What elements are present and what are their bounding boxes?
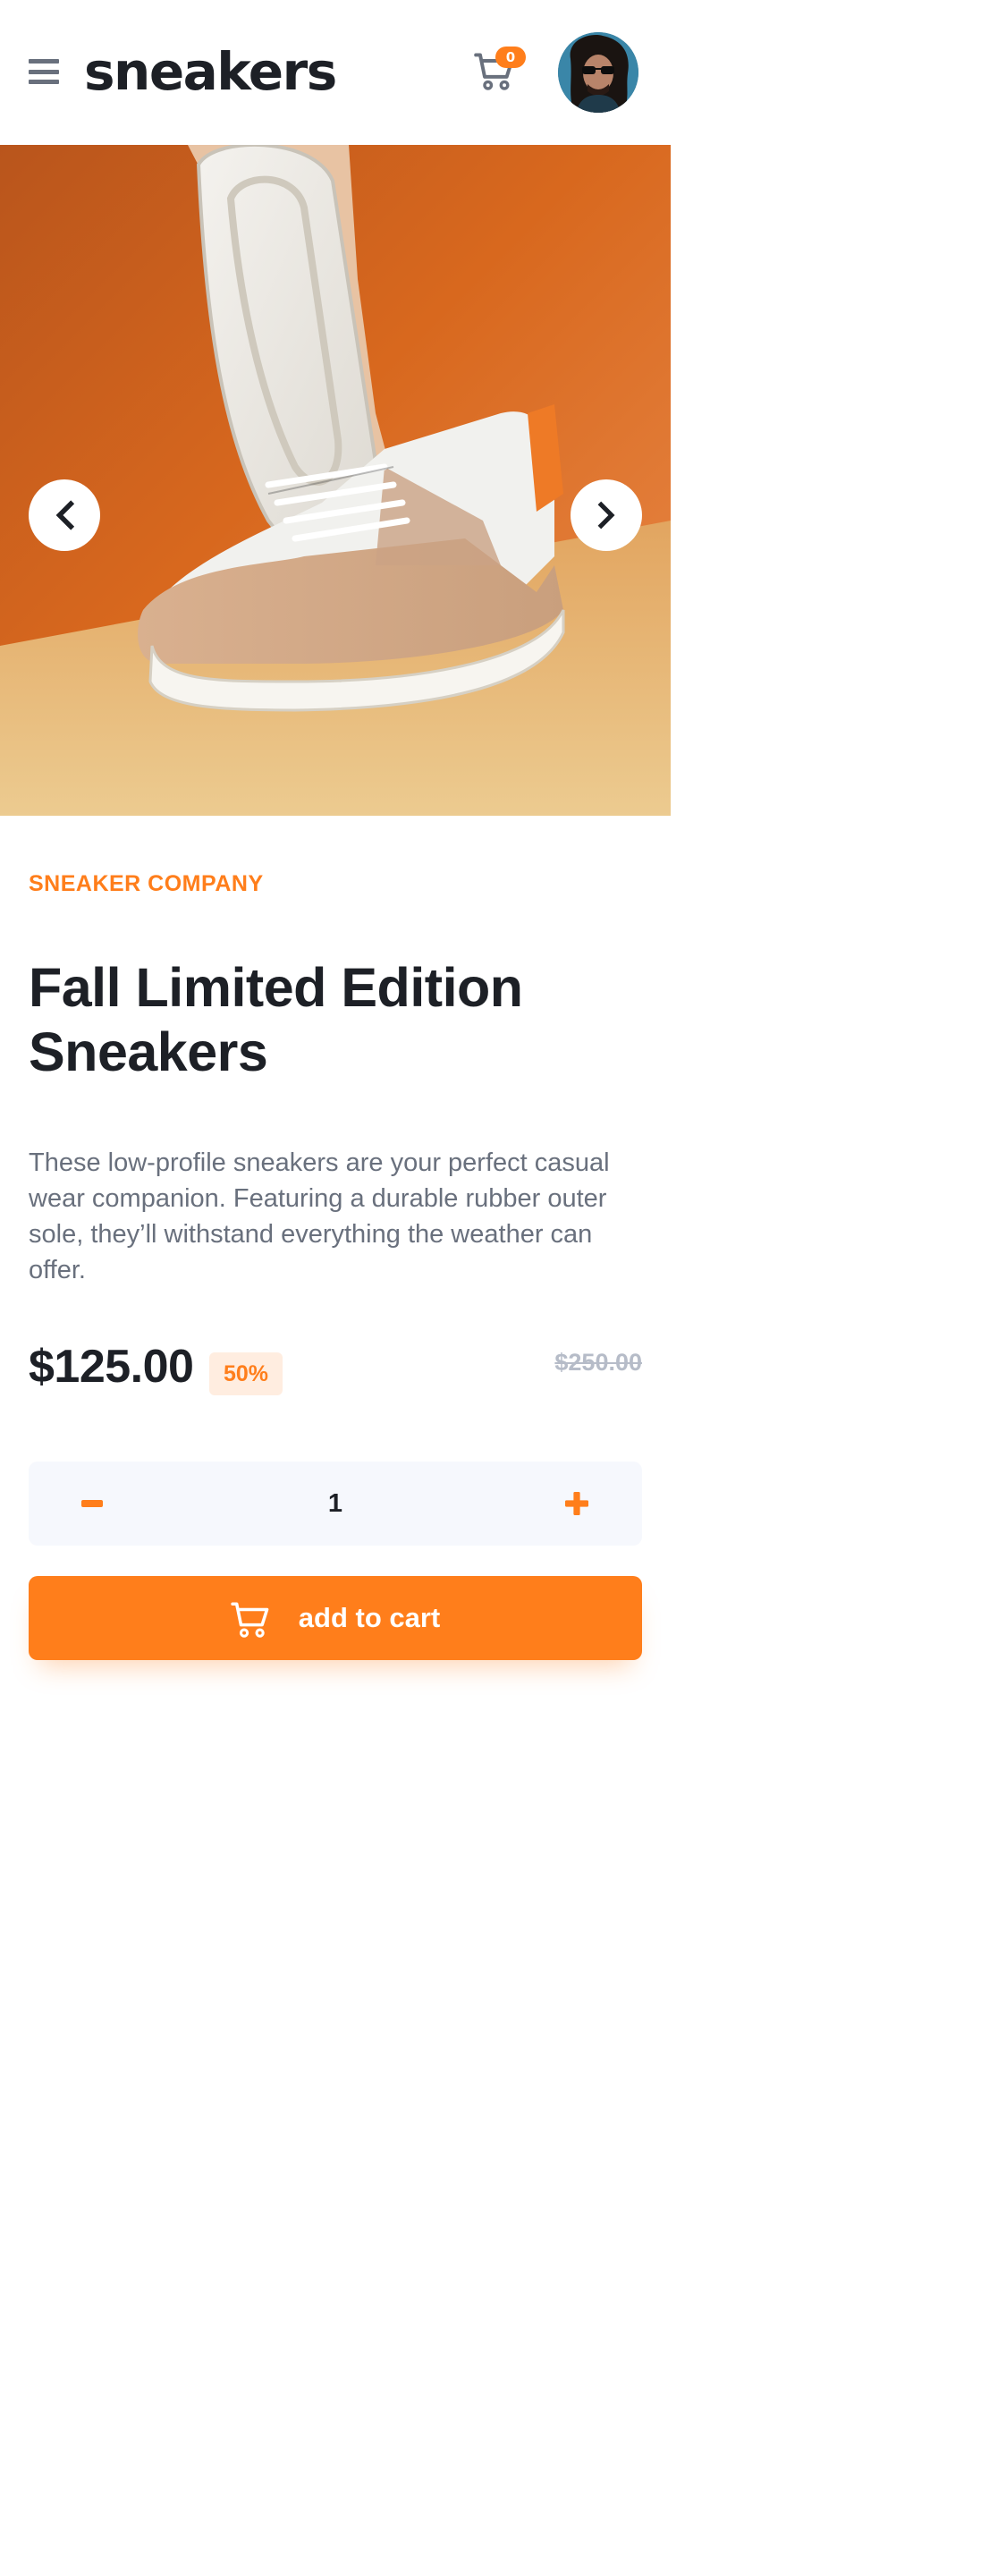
quantity-stepper: 1 bbox=[29, 1462, 642, 1546]
chevron-left-icon bbox=[55, 500, 74, 530]
shopping-cart-icon bbox=[231, 1602, 269, 1638]
minus-icon bbox=[81, 1500, 103, 1507]
increase-quantity-button[interactable] bbox=[535, 1462, 619, 1546]
product-image-gallery bbox=[0, 145, 671, 816]
original-price: $250.00 bbox=[554, 1349, 642, 1376]
avatar-image bbox=[558, 32, 638, 113]
cart-count-badge: 0 bbox=[495, 47, 526, 68]
previous-image-button[interactable] bbox=[29, 479, 100, 551]
product-title: Fall Limited Edition Sneakers bbox=[29, 957, 523, 1082]
hamburger-menu-icon[interactable] bbox=[29, 59, 59, 84]
cart-button[interactable]: 0 bbox=[470, 47, 529, 98]
chevron-right-icon bbox=[597, 501, 615, 530]
quantity-value: 1 bbox=[327, 1489, 343, 1518]
site-logo[interactable]: sneakers bbox=[84, 34, 337, 109]
decrease-quantity-button[interactable] bbox=[50, 1462, 134, 1546]
add-to-cart-button[interactable]: add to cart bbox=[29, 1576, 642, 1660]
product-description: These low-profile sneakers are your perf… bbox=[29, 1148, 610, 1284]
discount-badge: 50% bbox=[209, 1352, 283, 1395]
add-to-cart-label: add to cart bbox=[298, 1602, 441, 1633]
company-name: Sneaker Company bbox=[29, 871, 264, 896]
plus-icon bbox=[565, 1492, 588, 1515]
next-image-button[interactable] bbox=[571, 479, 642, 551]
site-header: sneakers 0 bbox=[0, 0, 671, 145]
current-price: $125.00 bbox=[29, 1341, 194, 1393]
product-image bbox=[0, 145, 671, 816]
user-avatar[interactable] bbox=[558, 32, 638, 113]
